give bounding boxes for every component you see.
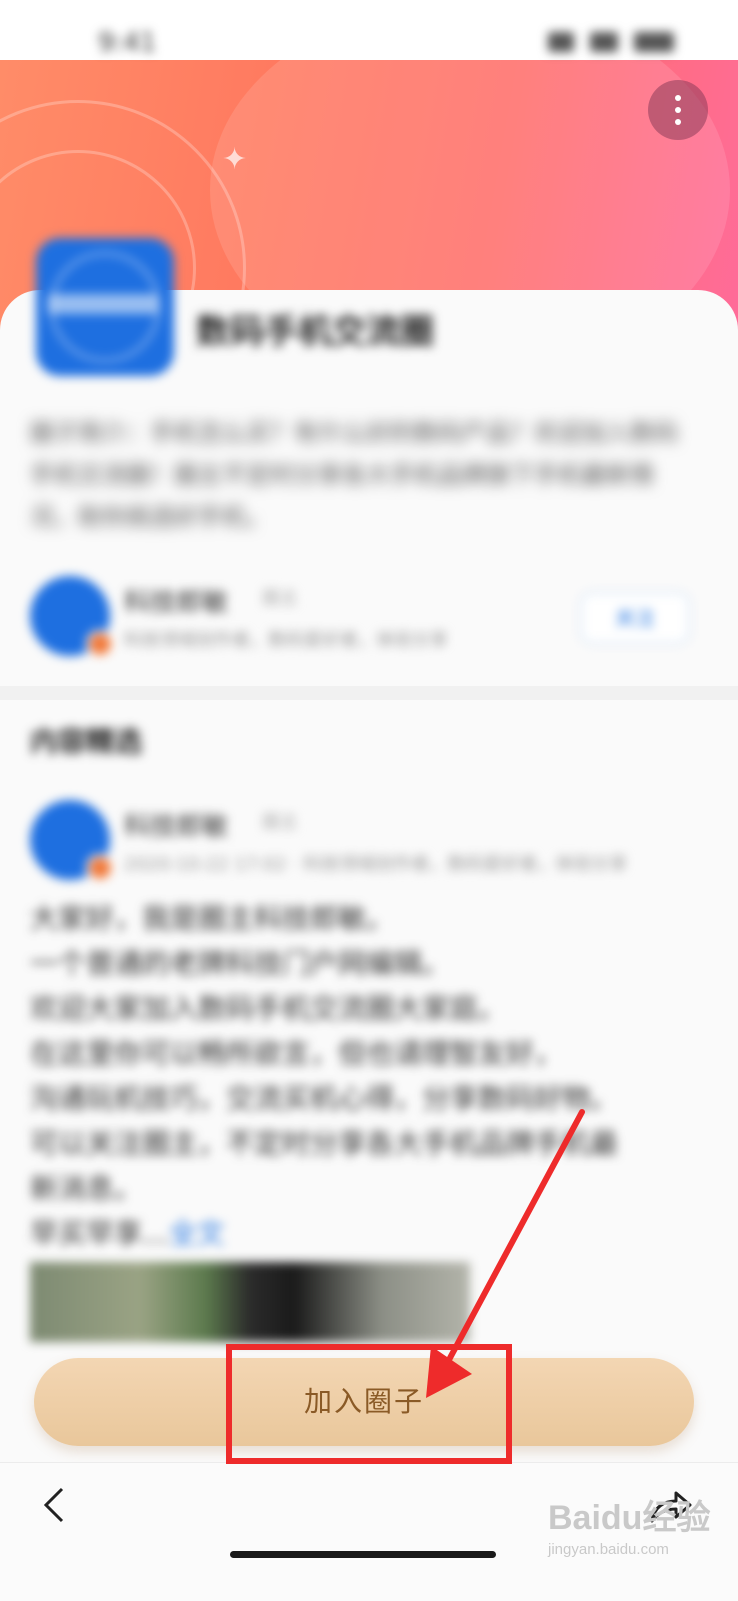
post-author-row[interactable]: 科技郎敏 圈主 2020-10-22 17:02 · 科技领域创作者，数码爱好者… xyxy=(30,800,720,890)
post-line: 在这里你可以畅所欲言，但也请理智友好， xyxy=(30,1037,563,1070)
circle-avatar-logo-bar xyxy=(48,294,158,314)
post-line: 欢迎大家加入数码手机交流圈大家庭。 xyxy=(30,992,507,1025)
circle-description: 圈子简介：手机怎么买？有什么好的数码产品？欢迎加入数码手机交流圈！圈主不定时分享… xyxy=(30,419,678,531)
post-line: 大家好，我是圈主科技郎敏。 xyxy=(30,902,395,935)
owner-badge-icon xyxy=(86,630,114,658)
post-line-text: 早买早享... xyxy=(30,1217,169,1250)
annotation-highlight-box xyxy=(226,1344,512,1464)
owner-name[interactable]: 科技郎敏 xyxy=(124,582,228,619)
owner-row[interactable]: 科技郎敏 圈主 科技领域创作者，数码爱好者，体验分享 关注 xyxy=(30,576,710,666)
owner-subtitle: 科技领域创作者，数码爱好者，体验分享 xyxy=(124,630,448,651)
read-more-link[interactable]: 全文 xyxy=(169,1217,225,1250)
circle-name: 数码手机交流圈 xyxy=(196,312,434,352)
home-indicator[interactable] xyxy=(230,1551,496,1558)
status-icons xyxy=(548,30,678,54)
battery-icon xyxy=(634,32,674,52)
status-time: 9:41 xyxy=(98,28,157,58)
signal-icon xyxy=(548,32,574,52)
watermark-logo: Baidu经验 xyxy=(548,1499,711,1537)
post-line: 可以关注圈主，不定时分享各大手机品牌手机最 xyxy=(30,1127,619,1160)
sparkle-icon: ✦ xyxy=(222,142,248,177)
more-options-button[interactable] xyxy=(648,80,708,140)
owner-avatar[interactable] xyxy=(30,576,114,658)
post-line: 早买早享...全文 xyxy=(30,1211,710,1256)
back-button[interactable] xyxy=(32,1481,80,1529)
owner-tag: 圈主 xyxy=(262,588,298,609)
follow-button[interactable]: 关注 xyxy=(580,592,690,644)
post-meta: 2020-10-22 17:02 · 科技领域创作者，数码爱好者，体验分享 xyxy=(124,854,628,875)
post-line: 新消息。 xyxy=(30,1172,143,1205)
wifi-icon xyxy=(590,32,618,52)
post-author-name[interactable]: 科技郎敏 xyxy=(124,806,228,843)
baidu-jingyan-watermark: Baidu经验 jingyan.baidu.com xyxy=(548,1490,710,1558)
chevron-left-icon xyxy=(43,1487,64,1523)
circle-avatar xyxy=(36,238,174,376)
post-image[interactable] xyxy=(30,1262,470,1342)
post-author-tag: 圈主 xyxy=(262,812,298,833)
post-author-badge-icon xyxy=(86,854,114,882)
post-line: 沟通玩机技巧，交流买机心得，分享数码好物。 xyxy=(30,1082,619,1115)
section-title: 内容精选 xyxy=(30,725,143,758)
post-author-avatar[interactable] xyxy=(30,800,114,882)
status-bar: 9:41 xyxy=(0,0,738,72)
section-divider xyxy=(0,686,738,700)
post-body[interactable]: 大家好，我是圈主科技郎敏。 一个普通的老牌科技门户网编辑。 欢迎大家加入数码手机… xyxy=(30,896,710,1256)
post-line: 一个普通的老牌科技门户网编辑。 xyxy=(30,947,451,980)
watermark-url: jingyan.baidu.com xyxy=(548,1541,669,1558)
